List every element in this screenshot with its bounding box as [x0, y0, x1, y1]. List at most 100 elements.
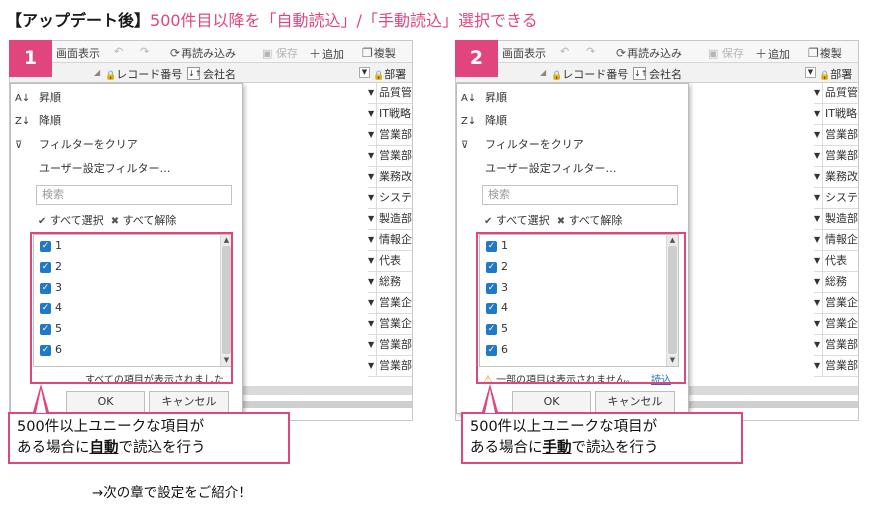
list-item[interactable]: ✓ 3 — [40, 281, 62, 297]
checkbox-checked-icon[interactable]: ✓ — [40, 261, 51, 273]
column-header-dept[interactable]: 🔒部署 — [373, 66, 406, 82]
list-item[interactable]: ✓ 2 — [486, 260, 508, 276]
list-item[interactable]: ✓ 4 — [486, 301, 508, 317]
user-filter-item[interactable]: ユーザー設定フィルター… — [461, 160, 617, 178]
checkbox-checked-icon[interactable]: ✓ — [40, 240, 51, 252]
table-cell[interactable]: ▼ 製造部 — [814, 209, 858, 230]
column-header-dept[interactable]: 🔒部署 — [819, 66, 852, 82]
column-header-record-no[interactable]: 🔒レコード番号 — [105, 66, 182, 82]
checkbox-checked-icon[interactable]: ✓ — [486, 240, 497, 252]
table-cell[interactable]: ▼ 営業部 — [368, 356, 412, 377]
load-link[interactable]: 読込 — [651, 375, 671, 386]
list-item[interactable]: ✓ 6 — [486, 343, 508, 359]
table-cell[interactable]: ▼ 営業部 — [814, 356, 858, 377]
table-cell[interactable]: ▼ IT戦略 — [814, 104, 858, 125]
table-cell[interactable]: ▼ 営業部 — [814, 125, 858, 146]
reload-button[interactable]: ⟳再読み込み — [170, 45, 236, 61]
table-cell[interactable]: ▼ 営業企 — [368, 293, 412, 314]
clear-filter-item[interactable]: ⊽ フィルターをクリア — [15, 136, 138, 154]
checkbox-checked-icon[interactable]: ✓ — [486, 323, 497, 335]
sort-indicator-icon[interactable]: ↓↑ — [633, 66, 647, 80]
list-item[interactable]: ✓ 1 — [486, 239, 508, 255]
list-item[interactable]: ✓ 5 — [40, 322, 62, 338]
table-cell[interactable]: ▼ 営業部 — [368, 146, 412, 167]
checkbox-checked-icon[interactable]: ✓ — [40, 323, 51, 335]
scroll-thumb[interactable] — [668, 246, 677, 354]
view-button[interactable]: 画面表示 — [56, 45, 100, 61]
table-cell[interactable]: ▼ 業務改 — [368, 167, 412, 188]
view-button[interactable]: 画面表示 — [502, 45, 546, 61]
table-cell[interactable]: ▼ 業務改 — [814, 167, 858, 188]
column-header-company[interactable]: 会社名 — [203, 66, 236, 82]
table-cell[interactable]: ▼ 情報企 — [814, 230, 858, 251]
checkbox-checked-icon[interactable]: ✓ — [486, 261, 497, 273]
ok-button[interactable]: OK — [512, 391, 591, 413]
add-button[interactable]: ＋追加 — [755, 45, 790, 62]
table-cell[interactable]: ▼ システ — [814, 188, 858, 209]
undo-icon[interactable]: ↶ — [114, 45, 123, 58]
save-button[interactable]: ▣ 保存 — [262, 45, 298, 61]
list-item[interactable]: ✓ 1 — [40, 239, 62, 255]
scroll-thumb[interactable] — [222, 246, 231, 354]
table-cell[interactable]: ▼ 情報企 — [368, 230, 412, 251]
sort-indicator-icon[interactable]: ↓↑ — [187, 66, 201, 80]
table-cell[interactable]: ▼ 営業企 — [814, 293, 858, 314]
checkbox-checked-icon[interactable]: ✓ — [486, 302, 497, 314]
cancel-button[interactable]: キャンセル — [595, 391, 675, 413]
table-cell[interactable]: ▼ 営業部 — [368, 125, 412, 146]
table-cell[interactable]: ▼ 営業部 — [814, 146, 858, 167]
sort-desc-item[interactable]: Z↓ 降順 — [461, 112, 507, 130]
list-scrollbar[interactable]: ▲ ▼ — [220, 235, 232, 366]
reload-button[interactable]: ⟳再読み込み — [616, 45, 682, 61]
checkbox-checked-icon[interactable]: ✓ — [486, 282, 497, 294]
list-item[interactable]: ✓ 5 — [486, 322, 508, 338]
deselect-all-link[interactable]: ✖ すべて解除 — [111, 214, 177, 227]
checkbox-checked-icon[interactable]: ✓ — [486, 344, 497, 356]
table-cell[interactable]: ▼ 代表 — [814, 251, 858, 272]
list-item[interactable]: ✓ 4 — [40, 301, 62, 317]
column-header-record-no[interactable]: 🔒レコード番号 — [551, 66, 628, 82]
table-cell[interactable]: ▼ 総務 — [814, 272, 858, 293]
sort-asc-item[interactable]: A↓ 昇順 — [15, 89, 61, 107]
list-scrollbar[interactable]: ▲ ▼ — [666, 235, 678, 366]
table-cell[interactable]: ▼ 品質管 — [814, 83, 858, 104]
table-cell[interactable]: ▼ 製造部 — [368, 209, 412, 230]
table-cell[interactable]: ▼ 営業部 — [814, 335, 858, 356]
save-button[interactable]: ▣ 保存 — [708, 45, 744, 61]
scroll-up-icon[interactable]: ▲ — [667, 235, 678, 246]
scroll-down-icon[interactable]: ▼ — [221, 355, 232, 366]
user-filter-item[interactable]: ユーザー設定フィルター… — [15, 160, 171, 178]
copy-button[interactable]: ❐複製 — [808, 45, 842, 61]
table-cell[interactable]: ▼ 営業企 — [368, 314, 412, 335]
table-cell[interactable]: ▼ 営業部 — [368, 335, 412, 356]
undo-icon[interactable]: ↶ — [560, 45, 569, 58]
select-all-link[interactable]: ✔ すべて選択 — [484, 214, 550, 227]
select-all-link[interactable]: ✔ すべて選択 — [38, 214, 104, 227]
clear-filter-item[interactable]: ⊽ フィルターをクリア — [461, 136, 584, 154]
table-cell[interactable]: ▼ IT戦略 — [368, 104, 412, 125]
sort-desc-item[interactable]: Z↓ 降順 — [15, 112, 61, 130]
table-cell[interactable]: ▼ 代表 — [368, 251, 412, 272]
sort-asc-item[interactable]: A↓ 昇順 — [461, 89, 507, 107]
table-cell[interactable]: ▼ システ — [368, 188, 412, 209]
column-dropdown-icon[interactable]: ▼ — [805, 67, 816, 78]
scroll-up-icon[interactable]: ▲ — [221, 235, 232, 246]
checkbox-checked-icon[interactable]: ✓ — [40, 302, 51, 314]
scroll-down-icon[interactable]: ▼ — [667, 355, 678, 366]
table-cell[interactable]: ▼ 品質管 — [368, 83, 412, 104]
ok-button[interactable]: OK — [66, 391, 145, 413]
column-dropdown-icon[interactable]: ▼ — [359, 67, 370, 78]
column-header-company[interactable]: 会社名 — [649, 66, 682, 82]
table-cell[interactable]: ▼ 営業企 — [814, 314, 858, 335]
redo-icon[interactable]: ↷ — [586, 45, 595, 58]
cancel-button[interactable]: キャンセル — [149, 391, 229, 413]
add-button[interactable]: ＋追加 — [309, 45, 344, 62]
list-item[interactable]: ✓ 6 — [40, 343, 62, 359]
filter-search-input[interactable]: 検索 — [482, 185, 678, 205]
deselect-all-link[interactable]: ✖ すべて解除 — [557, 214, 623, 227]
table-cell[interactable]: ▼ 総務 — [368, 272, 412, 293]
redo-icon[interactable]: ↷ — [140, 45, 149, 58]
checkbox-checked-icon[interactable]: ✓ — [40, 282, 51, 294]
copy-button[interactable]: ❐複製 — [362, 45, 396, 61]
list-item[interactable]: ✓ 2 — [40, 260, 62, 276]
